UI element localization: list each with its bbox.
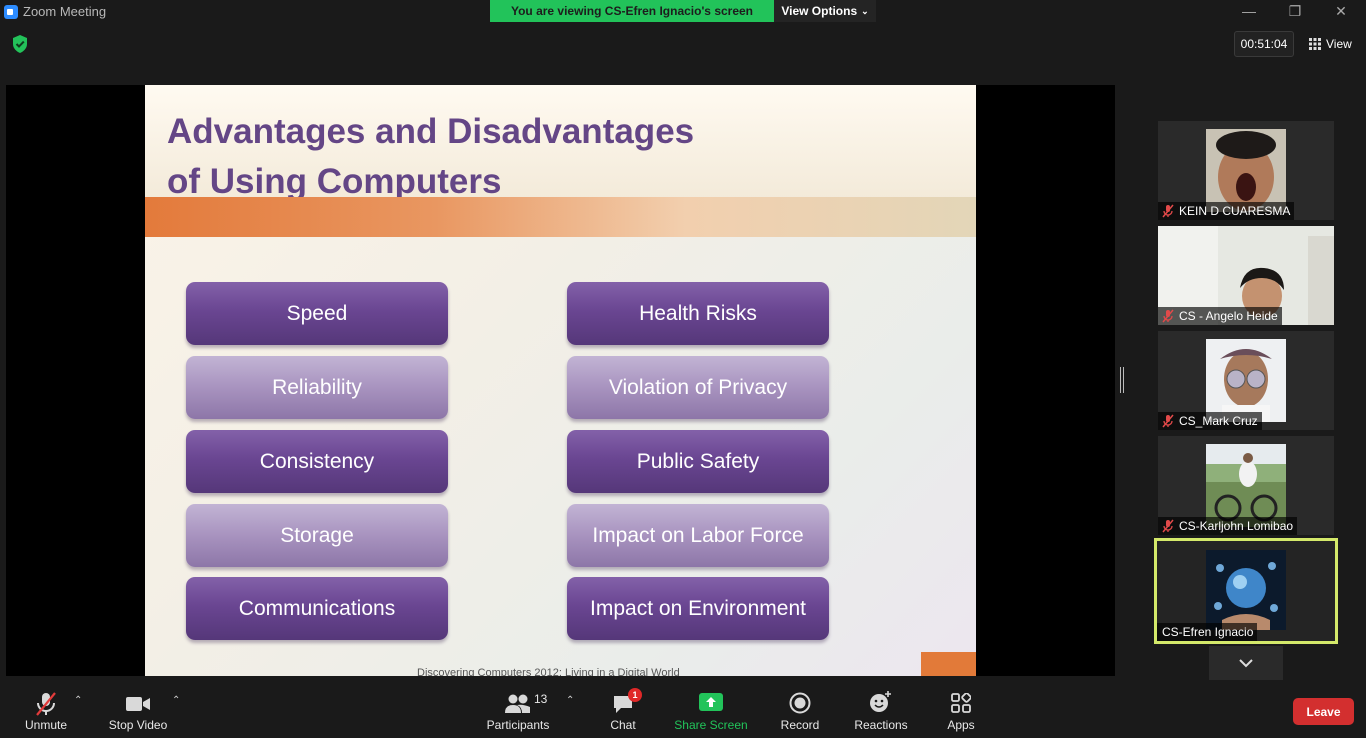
- disadvantage-box: Impact on Labor Force: [567, 504, 829, 567]
- record-icon: [789, 692, 811, 714]
- meeting-timer: 00:51:04: [1234, 31, 1294, 57]
- slide-corner-accent: [921, 652, 976, 676]
- participant-video: [1206, 550, 1286, 630]
- view-label: View: [1326, 37, 1352, 51]
- participants-options-caret[interactable]: ⌃: [566, 695, 574, 706]
- leave-button[interactable]: Leave: [1293, 698, 1354, 725]
- stop-video-button[interactable]: Stop Video: [104, 683, 172, 738]
- panel-resize-handle[interactable]: [1120, 367, 1124, 393]
- participants-button[interactable]: 13 Participants: [484, 683, 552, 738]
- audio-options-caret[interactable]: ⌃: [74, 695, 82, 706]
- participant-tile-active-speaker[interactable]: CS-Efren Ignacio: [1154, 538, 1338, 644]
- slide-title: Advantages and Disadvantages of Using Co…: [167, 107, 694, 207]
- participant-video: [1206, 339, 1286, 422]
- slide-footer: Discovering Computers 2012: Living in a …: [417, 667, 680, 676]
- participant-nameplate: CS - Angelo Heide: [1158, 307, 1282, 325]
- chevron-down-icon: [1239, 658, 1253, 667]
- muted-mic-icon: [1162, 204, 1174, 218]
- reactions-button[interactable]: Reactions: [852, 683, 910, 738]
- apps-label: Apps: [947, 718, 975, 732]
- share-screen-icon: [699, 693, 723, 711]
- presentation-slide: Advantages and Disadvantages of Using Co…: [145, 85, 976, 676]
- participant-nameplate: CS-Karljohn Lomibao: [1158, 517, 1298, 535]
- grid-icon: [1309, 38, 1321, 50]
- participant-name: CS-Efren Ignacio: [1162, 625, 1254, 639]
- participant-tile[interactable]: CS - Angelo Heide: [1158, 226, 1334, 325]
- share-screen-label: Share Screen: [674, 718, 748, 732]
- view-options-label: View Options: [781, 4, 858, 18]
- chevron-down-icon: ⌄: [861, 5, 869, 16]
- unmute-button[interactable]: Unmute: [18, 683, 74, 738]
- disadvantage-box: Public Safety: [567, 430, 829, 493]
- muted-mic-icon: [1162, 519, 1174, 533]
- participants-icon: [505, 694, 530, 713]
- reactions-label: Reactions: [854, 718, 908, 732]
- muted-mic-icon: [1162, 309, 1174, 323]
- participant-video: [1206, 444, 1286, 527]
- participant-name: CS - Angelo Heide: [1179, 309, 1278, 323]
- participant-nameplate: CS-Efren Ignacio: [1157, 623, 1258, 641]
- record-label: Record: [780, 718, 820, 732]
- zoom-app-icon: [4, 5, 18, 19]
- video-options-caret[interactable]: ⌃: [172, 695, 180, 706]
- muted-mic-icon: [1162, 414, 1174, 428]
- record-button[interactable]: Record: [778, 683, 822, 738]
- advantage-box: Speed: [186, 282, 448, 345]
- advantage-box: Storage: [186, 504, 448, 567]
- scroll-down-button[interactable]: [1209, 646, 1283, 680]
- window-title: Zoom Meeting: [23, 4, 107, 19]
- participant-tile[interactable]: KEIN D CUARESMA: [1158, 121, 1334, 220]
- apps-button[interactable]: Apps: [944, 683, 978, 738]
- smiley-plus-icon: [870, 691, 891, 712]
- minimize-button[interactable]: —: [1226, 0, 1272, 22]
- close-button[interactable]: ✕: [1318, 0, 1364, 22]
- unmute-label: Unmute: [24, 718, 68, 732]
- disadvantage-box: Health Risks: [567, 282, 829, 345]
- participant-name: CS_Mark Cruz: [1179, 414, 1258, 428]
- apps-icon: [951, 693, 971, 713]
- participant-tile[interactable]: CS_Mark Cruz: [1158, 331, 1334, 430]
- participant-nameplate: KEIN D CUARESMA: [1158, 202, 1295, 220]
- restore-button[interactable]: ❐: [1272, 0, 1318, 22]
- advantage-box: Consistency: [186, 430, 448, 493]
- share-screen-button[interactable]: Share Screen: [674, 683, 748, 738]
- stop-video-label: Stop Video: [108, 718, 168, 732]
- meeting-toolbar: Unmute ⌃ Stop Video ⌃ 13 Participants ⌃ …: [0, 683, 1366, 738]
- view-button[interactable]: View: [1302, 31, 1360, 57]
- muted-mic-icon: [36, 692, 56, 716]
- participant-name: KEIN D CUARESMA: [1179, 204, 1291, 218]
- chat-button[interactable]: 1 Chat: [606, 683, 642, 738]
- participant-video: [1206, 129, 1286, 212]
- advantage-box: Reliability: [186, 356, 448, 419]
- participant-count: 13: [534, 692, 548, 706]
- participant-nameplate: CS_Mark Cruz: [1158, 412, 1262, 430]
- participant-name: CS-Karljohn Lomibao: [1179, 519, 1294, 533]
- participants-label: Participants: [486, 718, 550, 732]
- participant-tile[interactable]: CS-Karljohn Lomibao: [1158, 436, 1334, 535]
- video-camera-icon: [126, 697, 150, 711]
- security-shield-icon[interactable]: [11, 34, 29, 54]
- chat-label: Chat: [610, 718, 636, 732]
- disadvantage-box: Impact on Environment: [567, 577, 829, 640]
- advantage-box: Communications: [186, 577, 448, 640]
- view-options-button[interactable]: View Options ⌄: [774, 0, 876, 22]
- slide-accent-band: [145, 197, 976, 237]
- slide-title-line-1: Advantages and Disadvantages: [167, 112, 695, 151]
- chat-notification-badge: 1: [628, 688, 642, 702]
- disadvantage-box: Violation of Privacy: [567, 356, 829, 419]
- viewing-banner: You are viewing CS-Efren Ignacio's scree…: [490, 0, 774, 22]
